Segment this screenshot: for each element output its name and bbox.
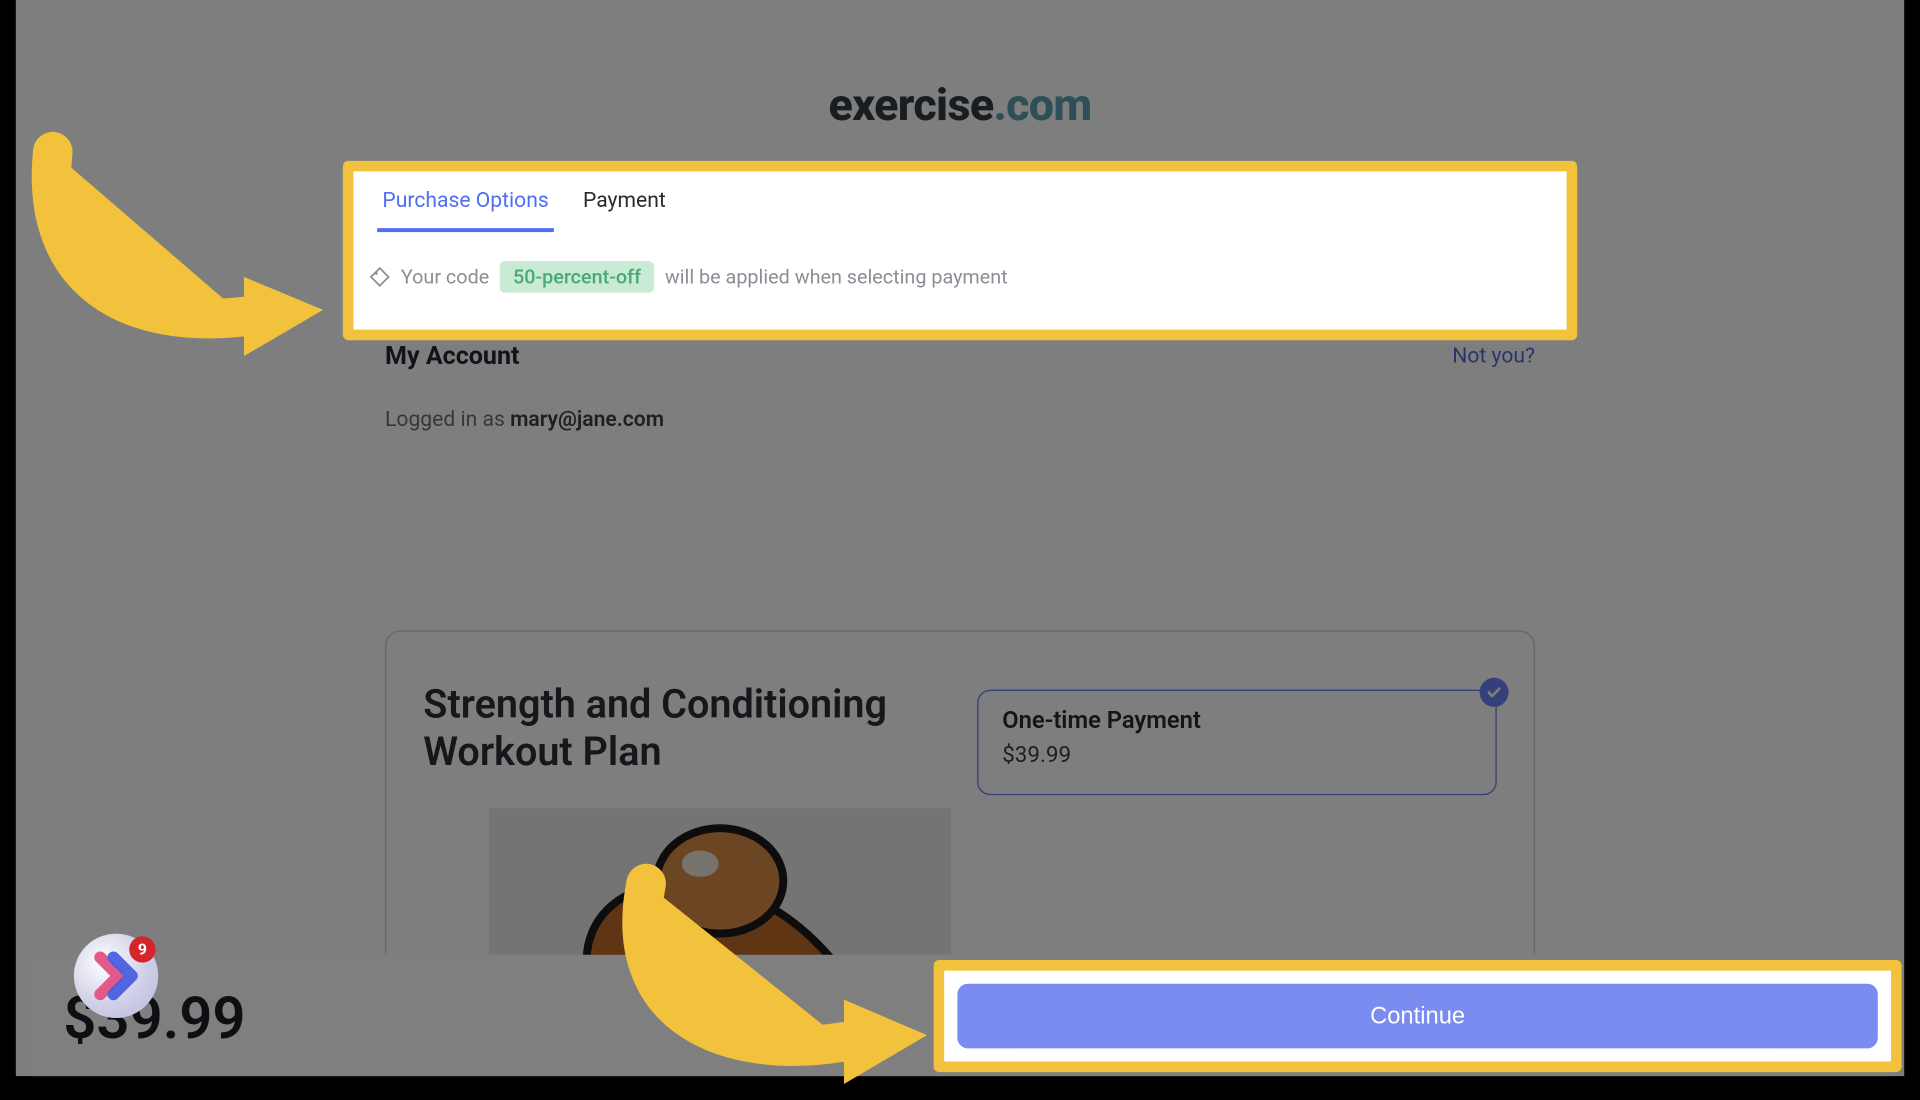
- logged-in-email: mary@jane.com: [510, 406, 664, 431]
- account-row: My Account Not you?: [385, 340, 1535, 370]
- brand-logo-part2: .com: [993, 79, 1091, 132]
- brand-logo: exercise.com: [16, 79, 1904, 132]
- letterbox-left: [0, 0, 16, 1076]
- highlight-frame-bottom: Continue: [934, 960, 1902, 1072]
- letterbox-right: [1904, 0, 1920, 1076]
- plan-title: Strength and Conditioning Workout Plan: [423, 682, 950, 777]
- account-heading: My Account: [385, 340, 519, 370]
- continue-button[interactable]: Continue: [957, 984, 1877, 1049]
- payment-option-onetime[interactable]: One-time Payment $39.99: [977, 690, 1497, 795]
- payment-option-label: One-time Payment: [1002, 707, 1471, 735]
- payment-option-price: $39.99: [1002, 742, 1471, 768]
- brand-logo-part1: exercise: [829, 79, 994, 132]
- checkmark-icon: [1480, 678, 1509, 707]
- page-background: exercise.com My Account Not you? Logged …: [16, 0, 1904, 1076]
- help-widget-badge: 9: [129, 936, 155, 962]
- logged-in-text: Logged in as mary@jane.com: [385, 406, 664, 431]
- not-you-link[interactable]: Not you?: [1452, 343, 1535, 368]
- logged-in-prefix: Logged in as: [385, 406, 510, 431]
